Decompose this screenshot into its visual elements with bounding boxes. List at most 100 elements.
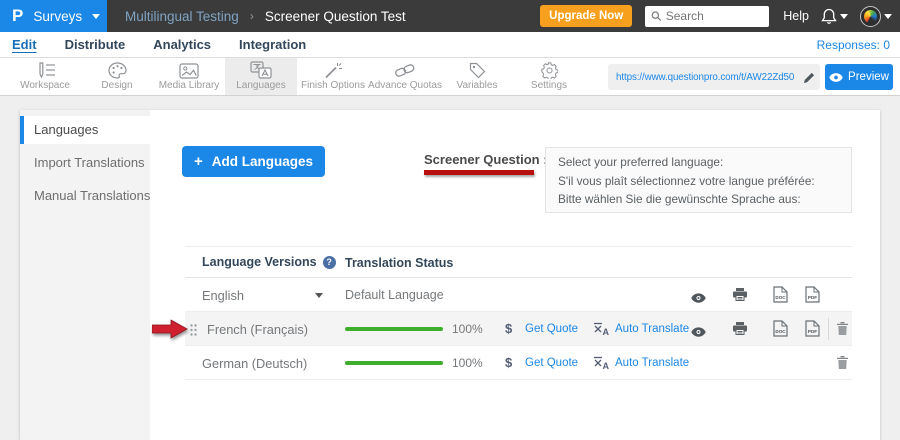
- search-icon: [651, 10, 661, 22]
- eye-icon[interactable]: [691, 324, 706, 342]
- annotation-red-arrow-icon: [152, 319, 188, 344]
- svg-text:PDF: PDF: [808, 295, 817, 300]
- language-name: English: [202, 288, 244, 303]
- tag-icon: [469, 62, 486, 79]
- responses-count[interactable]: Responses: 0: [817, 38, 890, 52]
- printer-icon[interactable]: [733, 288, 747, 306]
- survey-url-field[interactable]: https://www.questionpro.com/t/AW22Zd50: [608, 64, 820, 90]
- toolbar-item-languages[interactable]: Languages: [225, 58, 297, 95]
- toolbar-item-workspace[interactable]: Workspace: [9, 58, 81, 95]
- pdf-export-icon[interactable]: PDF: [805, 286, 820, 308]
- languages-translate-icon: [250, 62, 272, 79]
- toolbar-item-design[interactable]: Design: [81, 58, 153, 95]
- toolbar-item-variables[interactable]: Variables: [441, 58, 513, 95]
- search-input[interactable]: [666, 9, 764, 23]
- chevron-down-icon: [884, 14, 892, 19]
- chevron-down-icon: [840, 14, 848, 19]
- toolbar-item-advance-quotas[interactable]: Advance Quotas: [369, 58, 441, 95]
- magic-wand-icon: [324, 62, 342, 79]
- translation-progress-bar: [345, 361, 443, 365]
- tab-edit[interactable]: Edit: [12, 37, 37, 52]
- help-question-icon[interactable]: ?: [323, 256, 336, 269]
- svg-text:DOC: DOC: [775, 295, 786, 300]
- surveys-menu[interactable]: P Surveys: [0, 0, 107, 32]
- help-link[interactable]: Help: [783, 9, 809, 23]
- sidebar-item-manual-translations[interactable]: Manual Translations: [20, 182, 150, 210]
- annotation-red-underline: [424, 170, 534, 175]
- add-languages-button[interactable]: + Add Languages: [182, 146, 325, 177]
- trash-icon[interactable]: [837, 322, 848, 340]
- breadcrumb-current: Screener Question Test: [265, 9, 406, 24]
- table-row-french: French (Français) 100% $ Get Quote A Aut…: [185, 312, 852, 346]
- table-row-german: German (Deutsch) 100% $ Get Quote A Auto…: [185, 346, 852, 380]
- screener-line-english: Select your preferred language:: [558, 153, 839, 172]
- workspace-icon: [35, 62, 56, 79]
- progress-percent: 100%: [452, 322, 483, 336]
- svg-text:DOC: DOC: [775, 329, 786, 334]
- sidebar-item-languages[interactable]: Languages: [20, 116, 150, 144]
- toolbar-item-finish-options[interactable]: Finish Options: [297, 58, 369, 95]
- language-versions-table: Language Versions ? Translation Status E…: [185, 246, 852, 380]
- tab-integration[interactable]: Integration: [239, 37, 306, 52]
- auto-translate-icon[interactable]: A: [593, 322, 610, 341]
- default-language-label: Default Language: [345, 288, 444, 302]
- account-menu[interactable]: [860, 6, 892, 27]
- eye-icon: [829, 73, 843, 82]
- screener-question-preview: Select your preferred language: S'il vou…: [545, 147, 852, 213]
- translation-progress-bar: [345, 327, 443, 331]
- column-language-versions: Language Versions ?: [202, 255, 336, 269]
- breadcrumb: Multilingual Testing › Screener Question…: [125, 9, 406, 24]
- avatar: [860, 6, 881, 27]
- sidebar-item-import-translations[interactable]: Import Translations: [20, 149, 150, 177]
- svg-text:A: A: [603, 327, 610, 336]
- survey-nav-tabs: Edit Distribute Analytics Integration Re…: [0, 32, 900, 58]
- design-palette-icon: [108, 62, 127, 79]
- preview-button[interactable]: Preview: [825, 64, 893, 90]
- surveys-menu-label: Surveys: [33, 9, 82, 24]
- toolbar-item-settings[interactable]: Settings: [513, 58, 585, 95]
- screener-question-label: Screener Question :: [424, 152, 548, 167]
- gear-icon: [541, 62, 558, 79]
- doc-export-icon[interactable]: DOC: [773, 320, 788, 342]
- survey-url-text: https://www.questionpro.com/t/AW22Zd50: [616, 72, 794, 83]
- language-name: French (Français): [207, 322, 308, 337]
- chain-links-icon: [394, 62, 416, 79]
- languages-main: + Add Languages Screener Question : Sele…: [150, 110, 880, 440]
- eye-icon[interactable]: [691, 290, 706, 308]
- auto-translate-link[interactable]: Auto Translate: [615, 323, 689, 335]
- tab-distribute[interactable]: Distribute: [65, 37, 126, 52]
- svg-text:PDF: PDF: [808, 329, 817, 334]
- content-area: Languages Import Translations Manual Tra…: [0, 96, 900, 440]
- dollar-icon[interactable]: $: [505, 321, 512, 336]
- language-name: German (Deutsch): [202, 356, 307, 371]
- auto-translate-icon[interactable]: A: [593, 356, 610, 375]
- doc-export-icon[interactable]: DOC: [773, 286, 788, 308]
- pdf-export-icon[interactable]: PDF: [805, 320, 820, 342]
- notifications-menu[interactable]: [821, 8, 848, 25]
- upgrade-now-button[interactable]: Upgrade Now: [540, 5, 632, 27]
- toolbar-item-media-library[interactable]: Media Library: [153, 58, 225, 95]
- edit-url-pencil-icon[interactable]: [803, 71, 815, 89]
- progress-percent: 100%: [452, 356, 483, 370]
- default-language-dropdown-icon[interactable]: [315, 293, 323, 298]
- avatar-logo: [864, 10, 877, 23]
- media-library-icon: [179, 62, 199, 79]
- screener-line-german: Bitte wählen Sie die gewünschte Sprache …: [558, 190, 839, 209]
- table-header: Language Versions ? Translation Status: [185, 246, 852, 278]
- auto-translate-link[interactable]: Auto Translate: [615, 357, 689, 369]
- get-quote-link[interactable]: Get Quote: [525, 323, 578, 335]
- trash-icon[interactable]: [837, 356, 848, 374]
- breadcrumb-parent[interactable]: Multilingual Testing: [125, 9, 239, 24]
- dollar-icon[interactable]: $: [505, 355, 512, 370]
- tab-analytics[interactable]: Analytics: [153, 37, 211, 52]
- get-quote-link[interactable]: Get Quote: [525, 357, 578, 369]
- breadcrumb-separator: ›: [250, 9, 254, 23]
- table-row-english: English Default Language DOC PDF: [185, 278, 852, 312]
- drag-handle-icon[interactable]: [190, 323, 197, 341]
- top-bar: P Surveys Multilingual Testing › Screene…: [0, 0, 900, 32]
- plus-icon: +: [194, 153, 203, 170]
- chevron-down-icon: [92, 14, 100, 19]
- languages-sidebar: Languages Import Translations Manual Tra…: [20, 110, 150, 440]
- printer-icon[interactable]: [733, 322, 747, 340]
- global-search[interactable]: [645, 6, 769, 27]
